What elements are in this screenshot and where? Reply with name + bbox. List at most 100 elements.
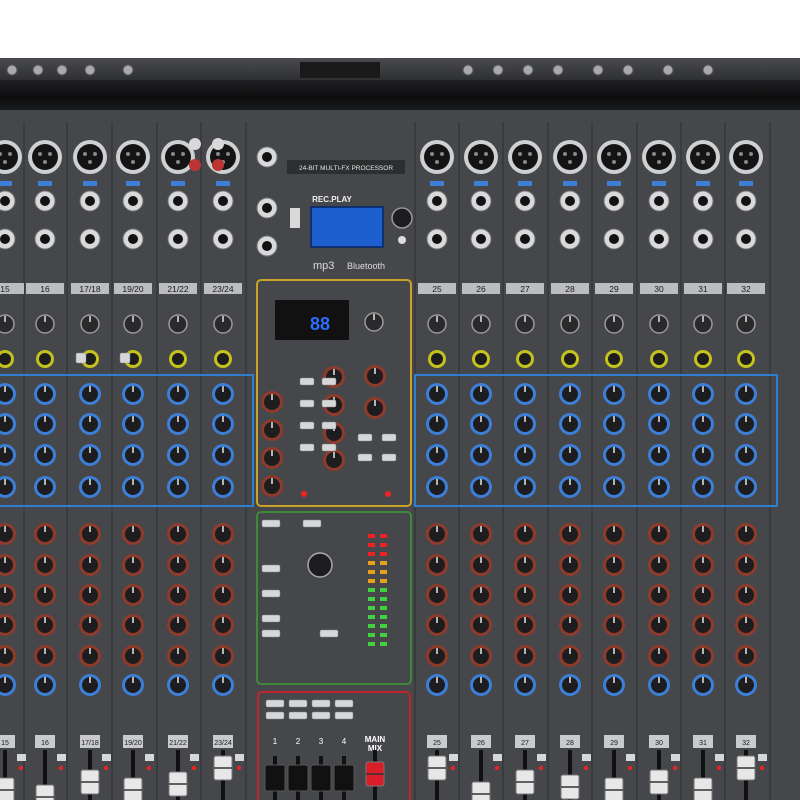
push-button[interactable]	[75, 352, 87, 364]
push-button[interactable]	[261, 589, 281, 598]
mute-button[interactable]	[537, 754, 546, 761]
xlr-pin	[484, 152, 488, 156]
channel-fader[interactable]	[0, 777, 15, 800]
jack-hole	[173, 234, 183, 244]
program-knob[interactable]	[391, 207, 413, 229]
push-button[interactable]	[321, 443, 337, 452]
mute-button[interactable]	[17, 754, 26, 761]
jack-hole	[173, 196, 183, 206]
group-fader[interactable]	[287, 764, 309, 792]
panel-artwork: 24-BIT MULTI-FX PROCESSOR REC.PLAY mp3 Blue…	[0, 122, 778, 800]
push-button[interactable]	[311, 699, 331, 708]
gain-knob[interactable]	[0, 314, 15, 334]
push-button[interactable]	[302, 519, 322, 528]
group-fader[interactable]	[310, 764, 332, 792]
peak-led	[450, 765, 456, 771]
phones-level-knob[interactable]	[307, 552, 333, 578]
fader-channel-number: 31	[699, 740, 707, 747]
channel-number: 16	[40, 284, 50, 294]
channel-fader[interactable]	[604, 777, 624, 800]
channel-number: 28	[565, 284, 575, 294]
rca-jack-white[interactable]	[189, 138, 201, 150]
xlr-pin	[176, 160, 180, 164]
fader-channel-number: 30	[655, 740, 663, 747]
push-button[interactable]	[334, 711, 354, 720]
mute-button[interactable]	[145, 754, 154, 761]
xlr-pin	[657, 160, 661, 164]
mute-button[interactable]	[758, 754, 767, 761]
mute-button[interactable]	[493, 754, 502, 761]
push-button[interactable]	[299, 399, 315, 408]
fader-channel-number: 25	[433, 740, 441, 747]
knob-body	[217, 353, 229, 365]
group-fader[interactable]	[333, 764, 355, 792]
push-button[interactable]	[321, 399, 337, 408]
mute-button[interactable]	[671, 754, 680, 761]
push-button[interactable]	[261, 629, 281, 638]
group-fader[interactable]	[264, 764, 286, 792]
meter-led	[380, 552, 387, 556]
meter-led	[368, 615, 375, 619]
push-button[interactable]	[265, 711, 285, 720]
mute-button[interactable]	[235, 754, 244, 761]
mute-button[interactable]	[582, 754, 591, 761]
push-button[interactable]	[381, 433, 397, 442]
channel-fader[interactable]	[123, 777, 143, 800]
mute-button[interactable]	[715, 754, 724, 761]
push-button[interactable]	[261, 564, 281, 573]
phantom-indicator	[652, 181, 666, 186]
push-button[interactable]	[265, 699, 285, 708]
push-button[interactable]	[261, 519, 281, 528]
jack-hole	[565, 234, 575, 244]
jack-hole	[40, 196, 50, 206]
push-button[interactable]	[357, 433, 373, 442]
meter-led	[380, 642, 387, 646]
mute-button[interactable]	[102, 754, 111, 761]
mixer-photo: 24-BIT MULTI-FX PROCESSOR REC.PLAY mp3 Blue…	[0, 0, 800, 800]
push-button[interactable]	[319, 629, 339, 638]
push-button[interactable]	[334, 699, 354, 708]
jack-hole	[698, 234, 708, 244]
xlr-pin	[563, 152, 567, 156]
push-button[interactable]	[299, 443, 315, 452]
xlr-pin	[435, 160, 439, 164]
xlr-pin	[440, 152, 444, 156]
meter-led	[380, 624, 387, 628]
jack-hole	[128, 196, 138, 206]
mute-button[interactable]	[449, 754, 458, 761]
channel-fader[interactable]	[693, 777, 713, 800]
xlr-pin	[523, 160, 527, 164]
push-button[interactable]	[381, 453, 397, 462]
meter-led	[368, 561, 375, 565]
channel-number: 23/24	[212, 284, 234, 294]
knob-body	[519, 353, 531, 365]
push-button[interactable]	[288, 699, 308, 708]
meter-led	[368, 588, 375, 592]
push-button[interactable]	[119, 352, 131, 364]
rear-jack	[6, 64, 18, 76]
push-button[interactable]	[299, 377, 315, 386]
fx-led	[385, 491, 391, 497]
push-button[interactable]	[288, 711, 308, 720]
peak-led	[58, 765, 64, 771]
phantom-indicator	[563, 181, 577, 186]
knob-body	[697, 353, 709, 365]
push-button[interactable]	[321, 377, 337, 386]
mode-button[interactable]	[398, 236, 406, 244]
push-button[interactable]	[321, 421, 337, 430]
jack-hole	[476, 234, 486, 244]
mute-button[interactable]	[626, 754, 635, 761]
rca-jack-red[interactable]	[189, 159, 201, 171]
rca-jack-white[interactable]	[212, 138, 224, 150]
jack-hole	[128, 234, 138, 244]
push-button[interactable]	[357, 453, 373, 462]
jack-hole	[741, 196, 751, 206]
push-button[interactable]	[299, 421, 315, 430]
mute-button[interactable]	[190, 754, 199, 761]
push-button[interactable]	[261, 614, 281, 623]
push-button[interactable]	[311, 711, 331, 720]
mute-button[interactable]	[57, 754, 66, 761]
channel-fader[interactable]	[471, 781, 491, 800]
usb-port[interactable]	[290, 208, 300, 228]
rca-jack-red[interactable]	[212, 159, 224, 171]
